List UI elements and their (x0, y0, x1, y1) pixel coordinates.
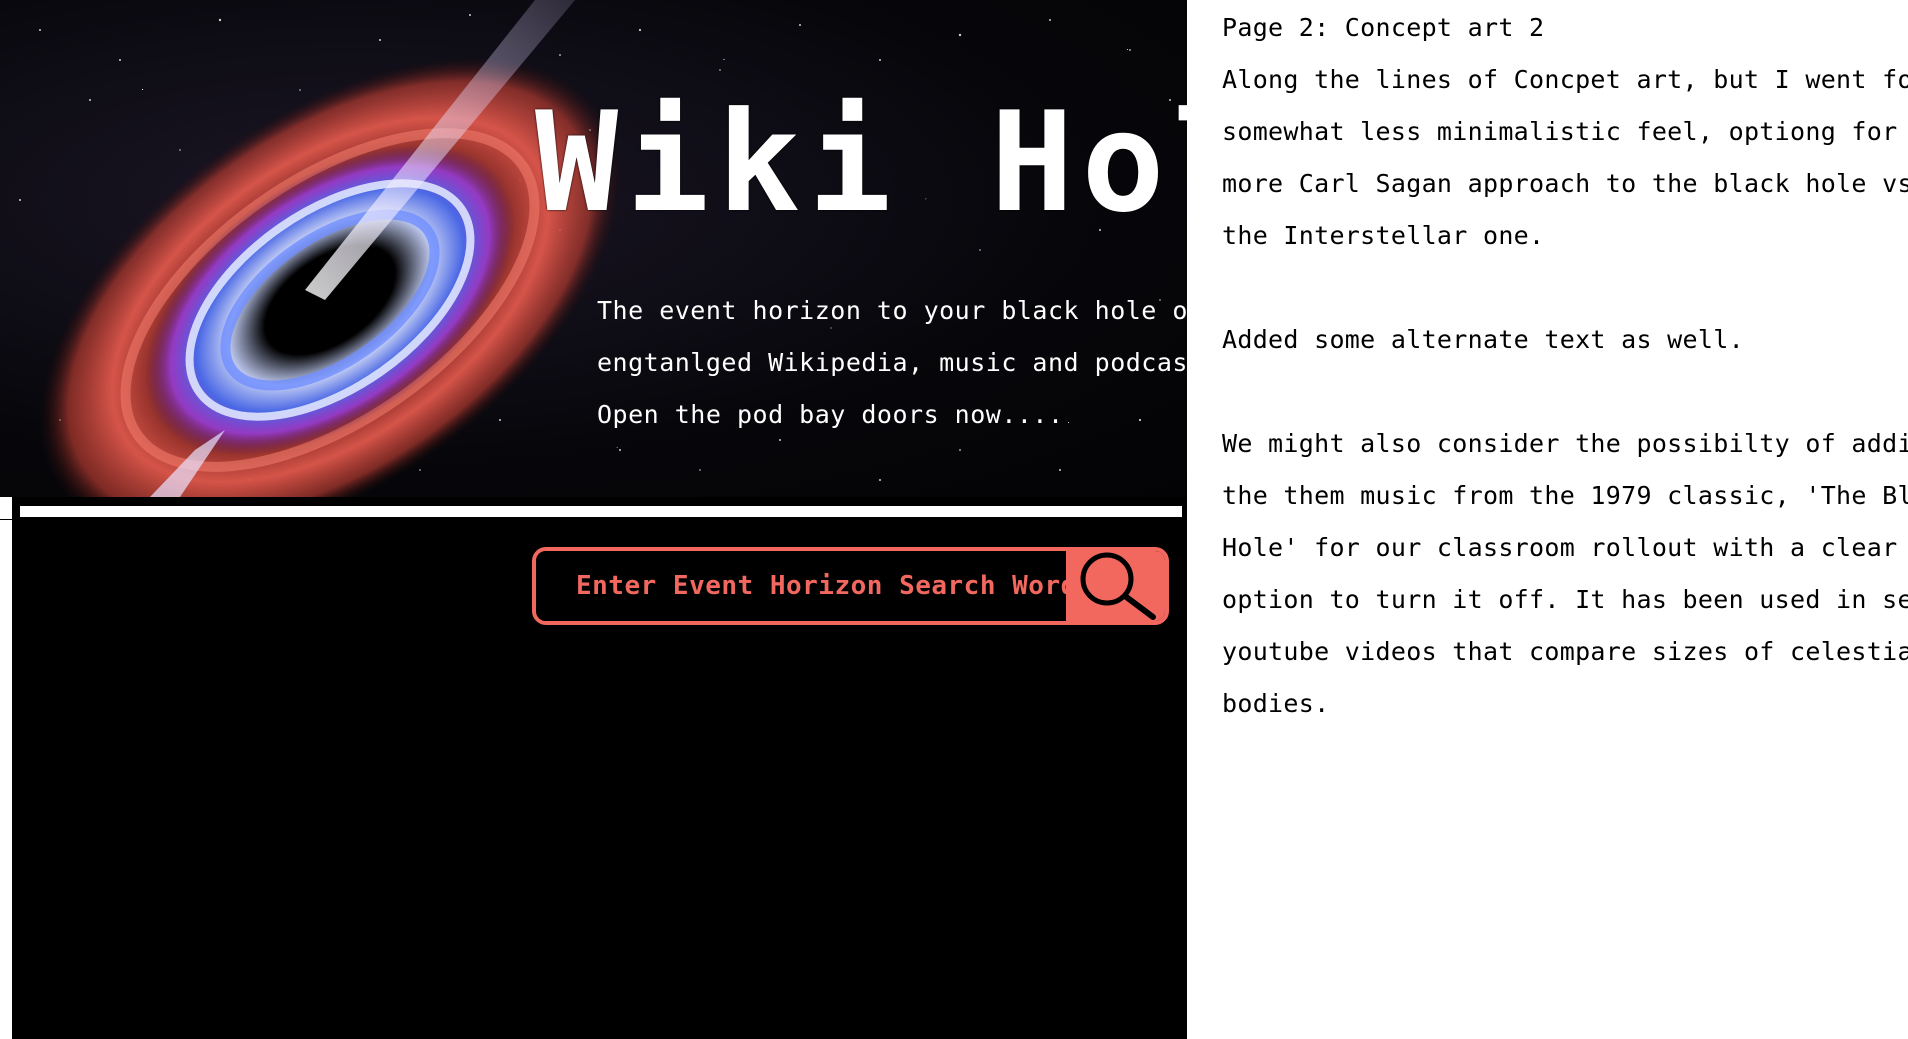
notes-line: more Carl Sagan approach to the black ho… (1222, 169, 1908, 198)
tagline-line: The event horizon to your black hole of (597, 296, 1187, 325)
notes-line: youtube videos that compare sizes of cel… (1222, 637, 1908, 666)
notes-line: Hole' for our classroom rollout with a c… (1222, 533, 1898, 562)
magnifier-icon (1080, 552, 1156, 620)
site-title: Wiki Hole (535, 82, 1187, 243)
notes-line: Along the lines of Concpet art, but I we… (1222, 65, 1908, 94)
notes-line: somewhat less minimalistic feel, optiong… (1222, 117, 1908, 146)
divider-bar (20, 506, 1182, 517)
edge-line (0, 519, 12, 520)
search-box (532, 547, 1169, 625)
notes-line: the them music from the 1979 classic, 'T… (1222, 481, 1908, 510)
notes-heading: Page 2: Concept art 2 (1222, 13, 1545, 42)
hero-banner: Wiki Hole The event horizon to your blac… (0, 0, 1187, 497)
notes-line: option to turn it off. It has been used … (1222, 585, 1908, 614)
page: Wiki Hole The event horizon to your blac… (0, 0, 1908, 1039)
concept-notes: Page 2: Concept art 2 Along the lines of… (1222, 2, 1908, 730)
notes-line: the Interstellar one. (1222, 221, 1545, 250)
search-panel (12, 497, 1187, 1039)
concept-mockup: Wiki Hole The event horizon to your blac… (0, 0, 1187, 1039)
tagline-line: Open the pod bay doors now.... (597, 400, 1064, 429)
black-hole-illustration (39, 0, 621, 497)
tagline: The event horizon to your black hole of … (597, 285, 1187, 441)
notes-line: bodies. (1222, 689, 1330, 718)
notes-line: We might also consider the possibilty of… (1222, 429, 1908, 458)
tagline-line: engtanlged Wikipedia, music and podcasts… (597, 348, 1187, 377)
search-input[interactable] (536, 551, 1066, 621)
notes-line: Added some alternate text as well. (1222, 325, 1744, 354)
search-button[interactable] (1066, 551, 1165, 621)
